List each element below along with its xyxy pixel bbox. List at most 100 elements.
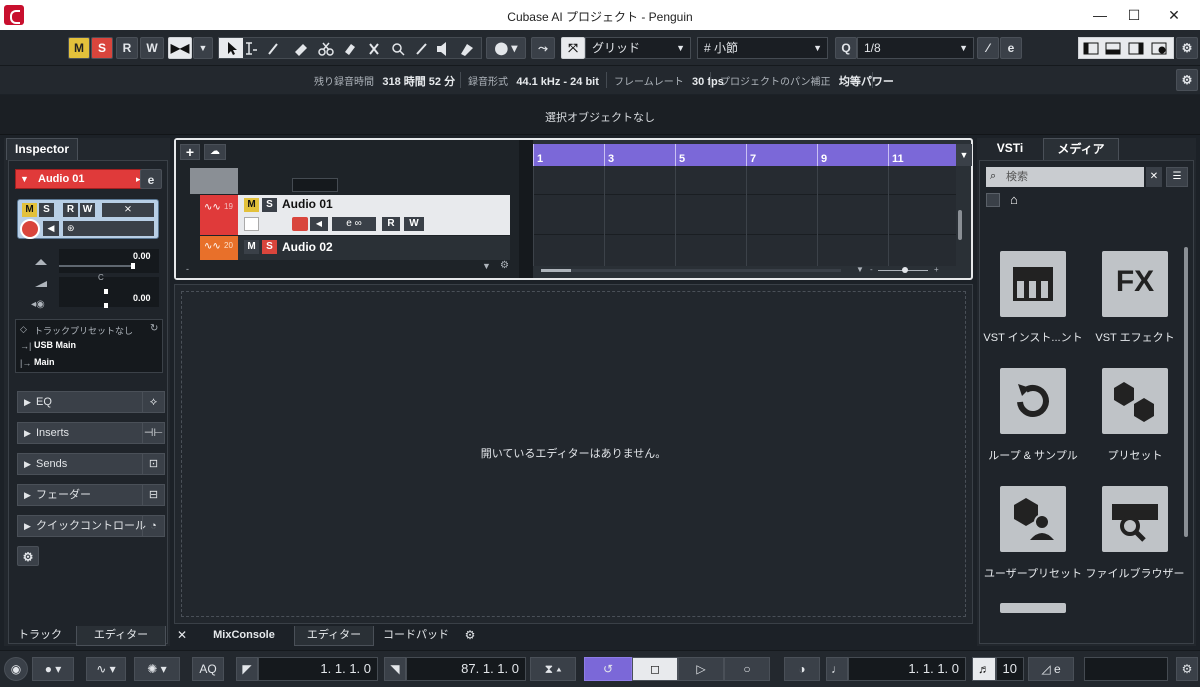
- tab-track[interactable]: トラック: [12, 626, 68, 646]
- tab-vsti[interactable]: VSTi: [985, 138, 1035, 160]
- right-locator-value[interactable]: 87. 1. 1. 0: [406, 657, 526, 681]
- event-display[interactable]: [533, 166, 956, 266]
- track-name[interactable]: Audio 01: [282, 197, 333, 211]
- stop-button-icon[interactable]: ◻: [632, 657, 678, 681]
- list-view-icon[interactable]: ☰: [1166, 167, 1188, 187]
- iterative-quantize-icon[interactable]: ⁄: [977, 37, 999, 59]
- inspector-solo-button[interactable]: S: [39, 203, 54, 217]
- quantize-tool-icon[interactable]: ⬤ ▾: [486, 37, 526, 59]
- transport-settings-gear-icon[interactable]: ⚙: [1176, 657, 1198, 681]
- global-write-button[interactable]: W: [140, 37, 164, 59]
- record-mode-icon[interactable]: ● ▾: [32, 657, 74, 681]
- tab-mixconsole[interactable]: MixConsole: [196, 626, 292, 646]
- punch-settings-icon[interactable]: ✺ ▾: [134, 657, 180, 681]
- inspector-track-name[interactable]: Audio 01: [38, 173, 84, 185]
- track-row-audio02[interactable]: ∿∿ 20 M S Audio 02: [200, 236, 510, 260]
- vertical-scrollbar[interactable]: [958, 210, 962, 240]
- track-mute-button[interactable]: M: [244, 198, 259, 212]
- snap-type-dropdown[interactable]: グリッド ▼: [585, 37, 691, 59]
- pan-value[interactable]: 0.00: [133, 293, 151, 303]
- tab-editor[interactable]: エディター: [294, 626, 374, 646]
- status-line-settings-gear-icon[interactable]: ⚙: [1176, 69, 1198, 91]
- track-list-settings-gear-icon[interactable]: ⚙: [500, 260, 509, 271]
- inspector-mute-button[interactable]: M: [22, 203, 37, 217]
- cycle-button-icon[interactable]: ↺: [584, 657, 632, 681]
- media-scrollbar[interactable]: [1184, 247, 1188, 537]
- track-edit-button[interactable]: e ∞: [332, 217, 376, 231]
- play-button-icon[interactable]: ▷: [678, 657, 724, 681]
- track-preset-value[interactable]: トラックプリセットなし: [34, 324, 133, 337]
- home-icon[interactable]: ⌂: [1010, 192, 1018, 207]
- monitor-icon[interactable]: ◀: [43, 221, 59, 236]
- track-monitor-icon[interactable]: ◀: [310, 217, 328, 231]
- quantize-settings-icon[interactable]: e: [1000, 37, 1022, 59]
- activate-project-icon[interactable]: ◉: [4, 657, 28, 681]
- toolbar-settings-gear-icon[interactable]: ⚙: [1176, 37, 1198, 59]
- media-checkbox[interactable]: [986, 193, 1000, 207]
- global-solo-button[interactable]: S: [91, 37, 113, 59]
- inspector-write-button[interactable]: W: [80, 203, 95, 217]
- zoom-out-icon[interactable]: -: [870, 265, 873, 274]
- loop-icon[interactable]: [1000, 368, 1066, 434]
- preset-refresh-icon[interactable]: ↻: [150, 323, 158, 334]
- snap-type-icon[interactable]: ⤧: [561, 37, 585, 59]
- audio-performance-icon[interactable]: ∿ ▾: [86, 657, 126, 681]
- track-record-icon[interactable]: [292, 217, 308, 231]
- inspector-settings-gear-icon[interactable]: ⚙: [17, 546, 39, 566]
- fx-icon[interactable]: FX: [1102, 251, 1168, 317]
- track-folder-icon[interactable]: ☁: [204, 144, 226, 160]
- tab-chord-pad[interactable]: コードパッド: [376, 626, 456, 646]
- media-search-input[interactable]: 検索: [986, 167, 1144, 187]
- section-inserts[interactable]: ▶ Inserts ⊣⊢: [17, 422, 165, 444]
- tempo-value[interactable]: 10: [996, 657, 1024, 681]
- left-locator-value[interactable]: 1. 1. 1. 0: [258, 657, 378, 681]
- locator-tools-icon[interactable]: ⧗ ▴: [530, 657, 576, 681]
- add-track-icon[interactable]: +: [180, 144, 200, 160]
- quantize-value-dropdown[interactable]: 1/8 ▼: [857, 37, 974, 59]
- zoom-slider-thumb[interactable]: [902, 267, 908, 273]
- track-solo-button[interactable]: S: [262, 240, 277, 254]
- horizontal-scrollbar[interactable]: [541, 269, 841, 272]
- edit-channel-settings-icon[interactable]: e: [140, 169, 162, 189]
- aq-button[interactable]: AQ: [192, 657, 224, 681]
- track-select-checkbox[interactable]: [244, 217, 259, 231]
- track-mute-button[interactable]: M: [244, 240, 259, 254]
- lower-zone-settings-gear-icon[interactable]: ⚙: [460, 626, 480, 646]
- piano-icon[interactable]: [1000, 251, 1066, 317]
- section-sends[interactable]: ▶ Sends ⊡: [17, 453, 165, 475]
- inspector-tab[interactable]: Inspector: [6, 138, 78, 160]
- section-fader[interactable]: ▶ フェーダー ⊟: [17, 484, 165, 506]
- right-locator-icon[interactable]: ◥: [384, 657, 406, 681]
- time-display-icon[interactable]: ♩: [826, 657, 848, 681]
- maximize-button[interactable]: ☐: [1114, 0, 1154, 30]
- inspector-bypass-icon[interactable]: ⨯: [102, 203, 154, 217]
- pan-law-value[interactable]: 均等パワー: [839, 76, 894, 88]
- record-format-value[interactable]: 44.1 kHz - 24 bit: [516, 76, 599, 88]
- tab-editor-inspector[interactable]: エディター: [76, 626, 166, 646]
- inspector-read-button[interactable]: R: [63, 203, 78, 217]
- snap-on-off-icon[interactable]: ⤳: [531, 37, 555, 59]
- zoom-presets-icon[interactable]: ▼: [856, 265, 864, 274]
- preset-icon[interactable]: [1102, 368, 1168, 434]
- track-list-minus[interactable]: -: [186, 264, 189, 274]
- search-clear-icon[interactable]: ✕: [1146, 167, 1162, 187]
- record-enable-icon[interactable]: [20, 219, 40, 239]
- automation-mode-icon[interactable]: ▶◀: [168, 37, 192, 59]
- section-quick-controls[interactable]: ▶ クイックコントロール ◔: [17, 515, 165, 537]
- tab-media[interactable]: メディア: [1043, 138, 1119, 160]
- lock-icon[interactable]: ⊛: [63, 221, 154, 236]
- ruler-options-icon[interactable]: ▼: [956, 144, 972, 166]
- zoom-in-icon[interactable]: +: [934, 265, 939, 274]
- track-row-audio01[interactable]: ∿∿ 19 M S Audio 01 ◀ e ∞ R W: [200, 195, 510, 235]
- click-icon[interactable]: ♬: [972, 657, 996, 681]
- file-browser-icon[interactable]: [1102, 486, 1168, 552]
- volume-value[interactable]: 0.00: [133, 251, 151, 261]
- transport-extra-field[interactable]: [1084, 657, 1168, 681]
- position-display[interactable]: 1. 1. 1. 0: [848, 657, 966, 681]
- global-read-button[interactable]: R: [116, 37, 138, 59]
- user-preset-icon[interactable]: [1000, 486, 1066, 552]
- automation-dropdown-icon[interactable]: ▼: [193, 37, 213, 59]
- close-window-button[interactable]: ✕: [1154, 0, 1194, 30]
- output-routing-value[interactable]: Main: [34, 357, 55, 367]
- track-read-button[interactable]: R: [382, 217, 400, 231]
